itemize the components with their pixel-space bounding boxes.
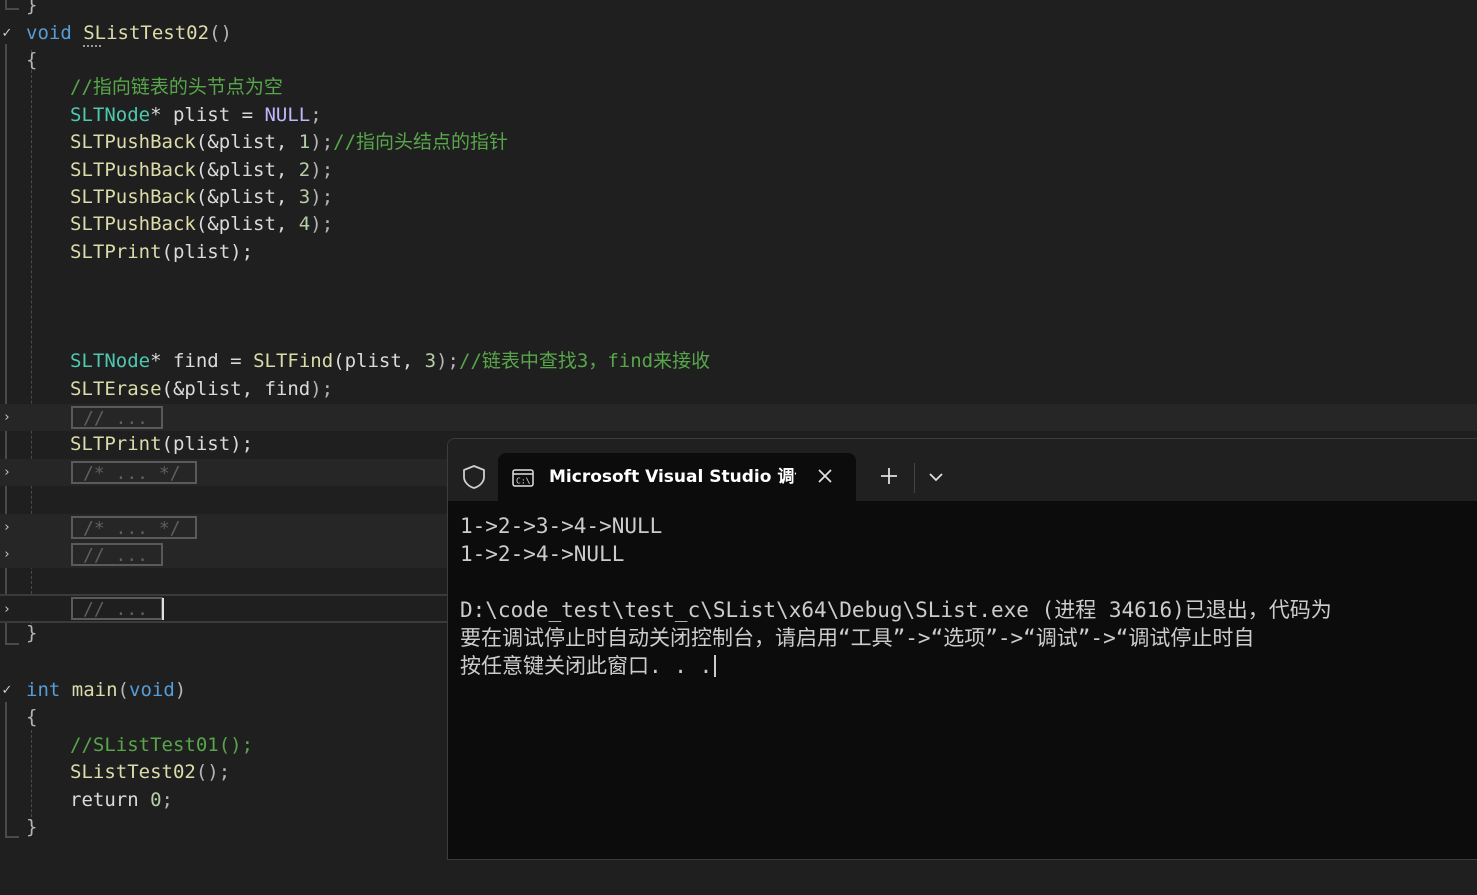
terminal-tab-bar: C:\ Microsoft Visual Studio 调试控制台 — [448, 439, 1477, 501]
code-text: SListTest02(); — [70, 761, 231, 783]
debug-console-window[interactable]: C:\ Microsoft Visual Studio 调试控制台 1->2->… — [447, 438, 1477, 860]
code-text: SLTPushBack(&plist, 2); — [70, 159, 334, 181]
code-text: { — [26, 706, 38, 728]
plus-icon[interactable] — [876, 463, 902, 489]
code-text: return 0; — [70, 789, 173, 811]
code-text: SLTNode* plist = NULL; — [70, 104, 322, 126]
fold-expanded-icon[interactable]: ✓ — [0, 677, 14, 704]
code-line: SLTPrint(plist); — [0, 239, 1477, 266]
collapsed-region[interactable]: // ... — [71, 406, 163, 429]
code-line: } — [0, 0, 1477, 19]
collapsed-region[interactable]: // ... — [71, 543, 163, 566]
console-line: 1->2->3->4->NULL — [460, 514, 663, 538]
collapsed-region[interactable]: /* ... */ — [71, 461, 197, 484]
code-text: SLTPushBack(&plist, 4); — [70, 213, 334, 235]
code-text: void SListTest02() — [26, 22, 232, 44]
code-text: SLTPrint(plist); — [70, 433, 254, 455]
fold-collapsed-icon[interactable]: › — [0, 514, 14, 541]
code-text: SLTErase(&plist, find); — [70, 378, 334, 400]
console-output[interactable]: 1->2->3->4->NULL 1->2->4->NULL D:\code_t… — [460, 512, 1477, 680]
code-text: SLTPushBack(&plist, 3); — [70, 186, 334, 208]
code-text: SLTNode* find = SLTFind(plist, 3);//链表中查… — [70, 350, 711, 372]
console-line: 要在调试停止时自动关闭控制台，请启用“工具”->“选项”->“调试”->“调试停… — [460, 626, 1255, 650]
shield-icon — [463, 465, 485, 489]
code-line: SLTPushBack(&plist, 2); — [0, 157, 1477, 184]
console-icon: C:\ — [512, 469, 534, 487]
code-text: SLTPrint(plist); — [70, 241, 254, 263]
code-line: SLTNode* plist = NULL; — [0, 102, 1477, 129]
code-line: SLTNode* find = SLTFind(plist, 3);//链表中查… — [0, 348, 1477, 375]
collapsed-region[interactable]: /* ... */ — [71, 516, 197, 539]
code-line: SLTPushBack(&plist, 3); — [0, 184, 1477, 211]
console-cursor — [714, 655, 717, 677]
tab-title: Microsoft Visual Studio 调试控制台 — [549, 467, 796, 487]
text-cursor — [162, 598, 164, 620]
console-prompt-text: 按任意键关闭此窗口. . . — [460, 654, 713, 678]
console-line: 按任意键关闭此窗口. . . — [460, 652, 1477, 680]
code-text: { — [26, 49, 38, 71]
code-line: SLTErase(&plist, find); — [0, 376, 1477, 403]
fold-collapsed-icon[interactable]: › — [0, 541, 14, 568]
code-text: } — [26, 0, 38, 16]
fold-expanded-icon[interactable]: ✓ — [0, 20, 14, 47]
code-text: int main(void) — [26, 679, 187, 701]
code-text: } — [26, 622, 38, 644]
svg-text:C:\: C:\ — [516, 477, 531, 486]
console-line: D:\code_test\test_c\SList\x64\Debug\SLis… — [460, 598, 1332, 622]
close-icon[interactable] — [812, 463, 838, 489]
code-text: } — [26, 816, 38, 838]
code-text: SLTPushBack(&plist, 1);//指向头结点的指针 — [70, 131, 509, 153]
code-line: SLTPushBack(&plist, 1);//指向头结点的指针 — [0, 129, 1477, 156]
fold-collapsed-icon[interactable]: › — [0, 596, 14, 623]
code-comment: //指向链表的头节点为空 — [70, 76, 283, 98]
code-line: { — [0, 47, 1477, 74]
terminal-tab[interactable]: C:\ Microsoft Visual Studio 调试控制台 — [498, 453, 856, 501]
console-line: 1->2->4->NULL — [460, 542, 625, 566]
code-line: › // ... — [0, 404, 1477, 431]
code-comment: //SListTest01(); — [70, 734, 254, 756]
code-line: //指向链表的头节点为空 — [0, 74, 1477, 101]
code-line: ✓ void SListTest02() — [0, 20, 1477, 47]
code-line: SLTPushBack(&plist, 4); — [0, 211, 1477, 238]
fold-collapsed-icon[interactable]: › — [0, 404, 14, 431]
collapsed-region[interactable]: // ... — [71, 597, 163, 620]
chevron-down-icon[interactable] — [924, 465, 948, 489]
fold-collapsed-icon[interactable]: › — [0, 459, 14, 486]
tab-divider — [914, 463, 915, 493]
